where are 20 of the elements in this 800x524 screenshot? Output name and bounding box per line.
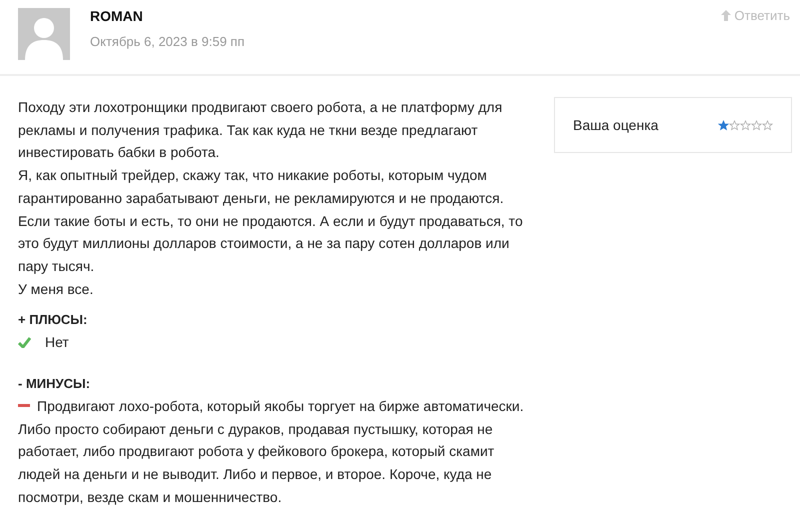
star-icon[interactable]: [762, 120, 773, 130]
minus-icon: [18, 404, 30, 407]
author-name: ROMAN: [90, 8, 144, 24]
section-title: + ПЛЮСЫ:: [18, 312, 88, 328]
reply-link[interactable]: Ответить: [721, 8, 790, 23]
star-icon[interactable]: [751, 120, 762, 130]
star-icon[interactable]: [718, 120, 729, 130]
comment-text: Я, как опытный трейдер, скажу так, что никакие роботы, которым чудом гарантированно зарабатывают деньги, не рекламируются и не продаются. Если такие боты и есть, то они не продаются. А если и будут продаваться, то это будут миллионы долларов стоимости, а не за пару сотен долларов или пару тысяч.: [18, 166, 524, 276]
comment-text: Походу эти лохотронщики продвигают своего робота, а не платформу для рекламы и получения трафика. Так как куда не ткни везде предлагают инвестировать бабки в робота.: [18, 98, 504, 162]
avatar-icon: [18, 8, 70, 60]
comment-date: Октябрь 6, 2023 в 9:59 пп: [90, 34, 246, 49]
con-text: Продвигают лохо-робота, который якобы торгует на бирже автоматически. Либо просто собирают деньги с дураков, продавая пустышку, которая не работает, либо продвигают робота у фейкового брокера, который скамит людей на деньги и не выводит. Либо и первое, и второе. Короче, куда не посмотри, везде скам и мошенничество.: [18, 397, 525, 507]
comment-text: У меня все.: [18, 280, 94, 299]
section-title: - МИНУСЫ:: [18, 376, 92, 392]
rating-label: Ваша оценка: [573, 117, 658, 133]
star-icon[interactable]: [729, 120, 740, 130]
star-icon[interactable]: [740, 120, 751, 130]
arrow-up-icon: [721, 10, 732, 21]
check-icon: [18, 337, 31, 348]
pro-text: Нет: [45, 333, 69, 352]
